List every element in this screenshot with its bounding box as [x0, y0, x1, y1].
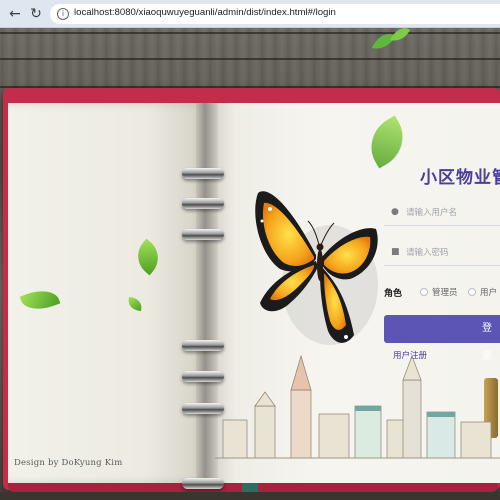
role-radio-user[interactable]: 用户: [468, 286, 497, 298]
back-arrow-icon[interactable]: ←: [6, 5, 24, 23]
butterfly-illustration: [255, 191, 378, 345]
url-text: localhost:8080/xiaoquwuyeguanli/admin/di…: [74, 7, 336, 18]
radio-circle-icon: [420, 288, 428, 296]
browser-toolbar: ← ↻ i localhost:8080/xiaoquwuyeguanli/ad…: [0, 0, 500, 28]
user-icon: ●: [391, 207, 399, 217]
username-input[interactable]: [406, 204, 500, 222]
lock-icon: ■: [391, 247, 400, 257]
role-option-label: 管理员: [432, 288, 458, 298]
register-link[interactable]: 用户注册: [393, 349, 427, 361]
login-form: 小区物业管 ● ■ 角色 管理员 用户 登录 用户注册: [378, 103, 500, 403]
binder-ring: [182, 478, 224, 489]
role-option-label: 用户: [480, 288, 498, 298]
desk-edge: [0, 492, 500, 500]
design-credit: Design by DoKyung Kim: [14, 458, 123, 468]
password-field[interactable]: ■: [384, 240, 500, 266]
radio-circle-icon: [468, 288, 476, 296]
role-radio-admin[interactable]: 管理员: [420, 286, 458, 298]
binder-ring: [182, 168, 224, 179]
binder-ring: [182, 229, 224, 240]
password-input[interactable]: [406, 244, 500, 262]
binder-ring: [182, 198, 224, 209]
role-label: 角色: [384, 289, 403, 299]
info-icon[interactable]: i: [57, 8, 69, 20]
top-leaves-decoration: [372, 28, 410, 49]
username-field[interactable]: ●: [384, 200, 500, 226]
page-title: 小区物业管: [420, 168, 500, 188]
login-button[interactable]: 登录: [384, 315, 500, 362]
address-bar[interactable]: i localhost:8080/xiaoquwuyeguanli/admin/…: [50, 4, 500, 24]
reload-icon[interactable]: ↻: [27, 5, 45, 23]
